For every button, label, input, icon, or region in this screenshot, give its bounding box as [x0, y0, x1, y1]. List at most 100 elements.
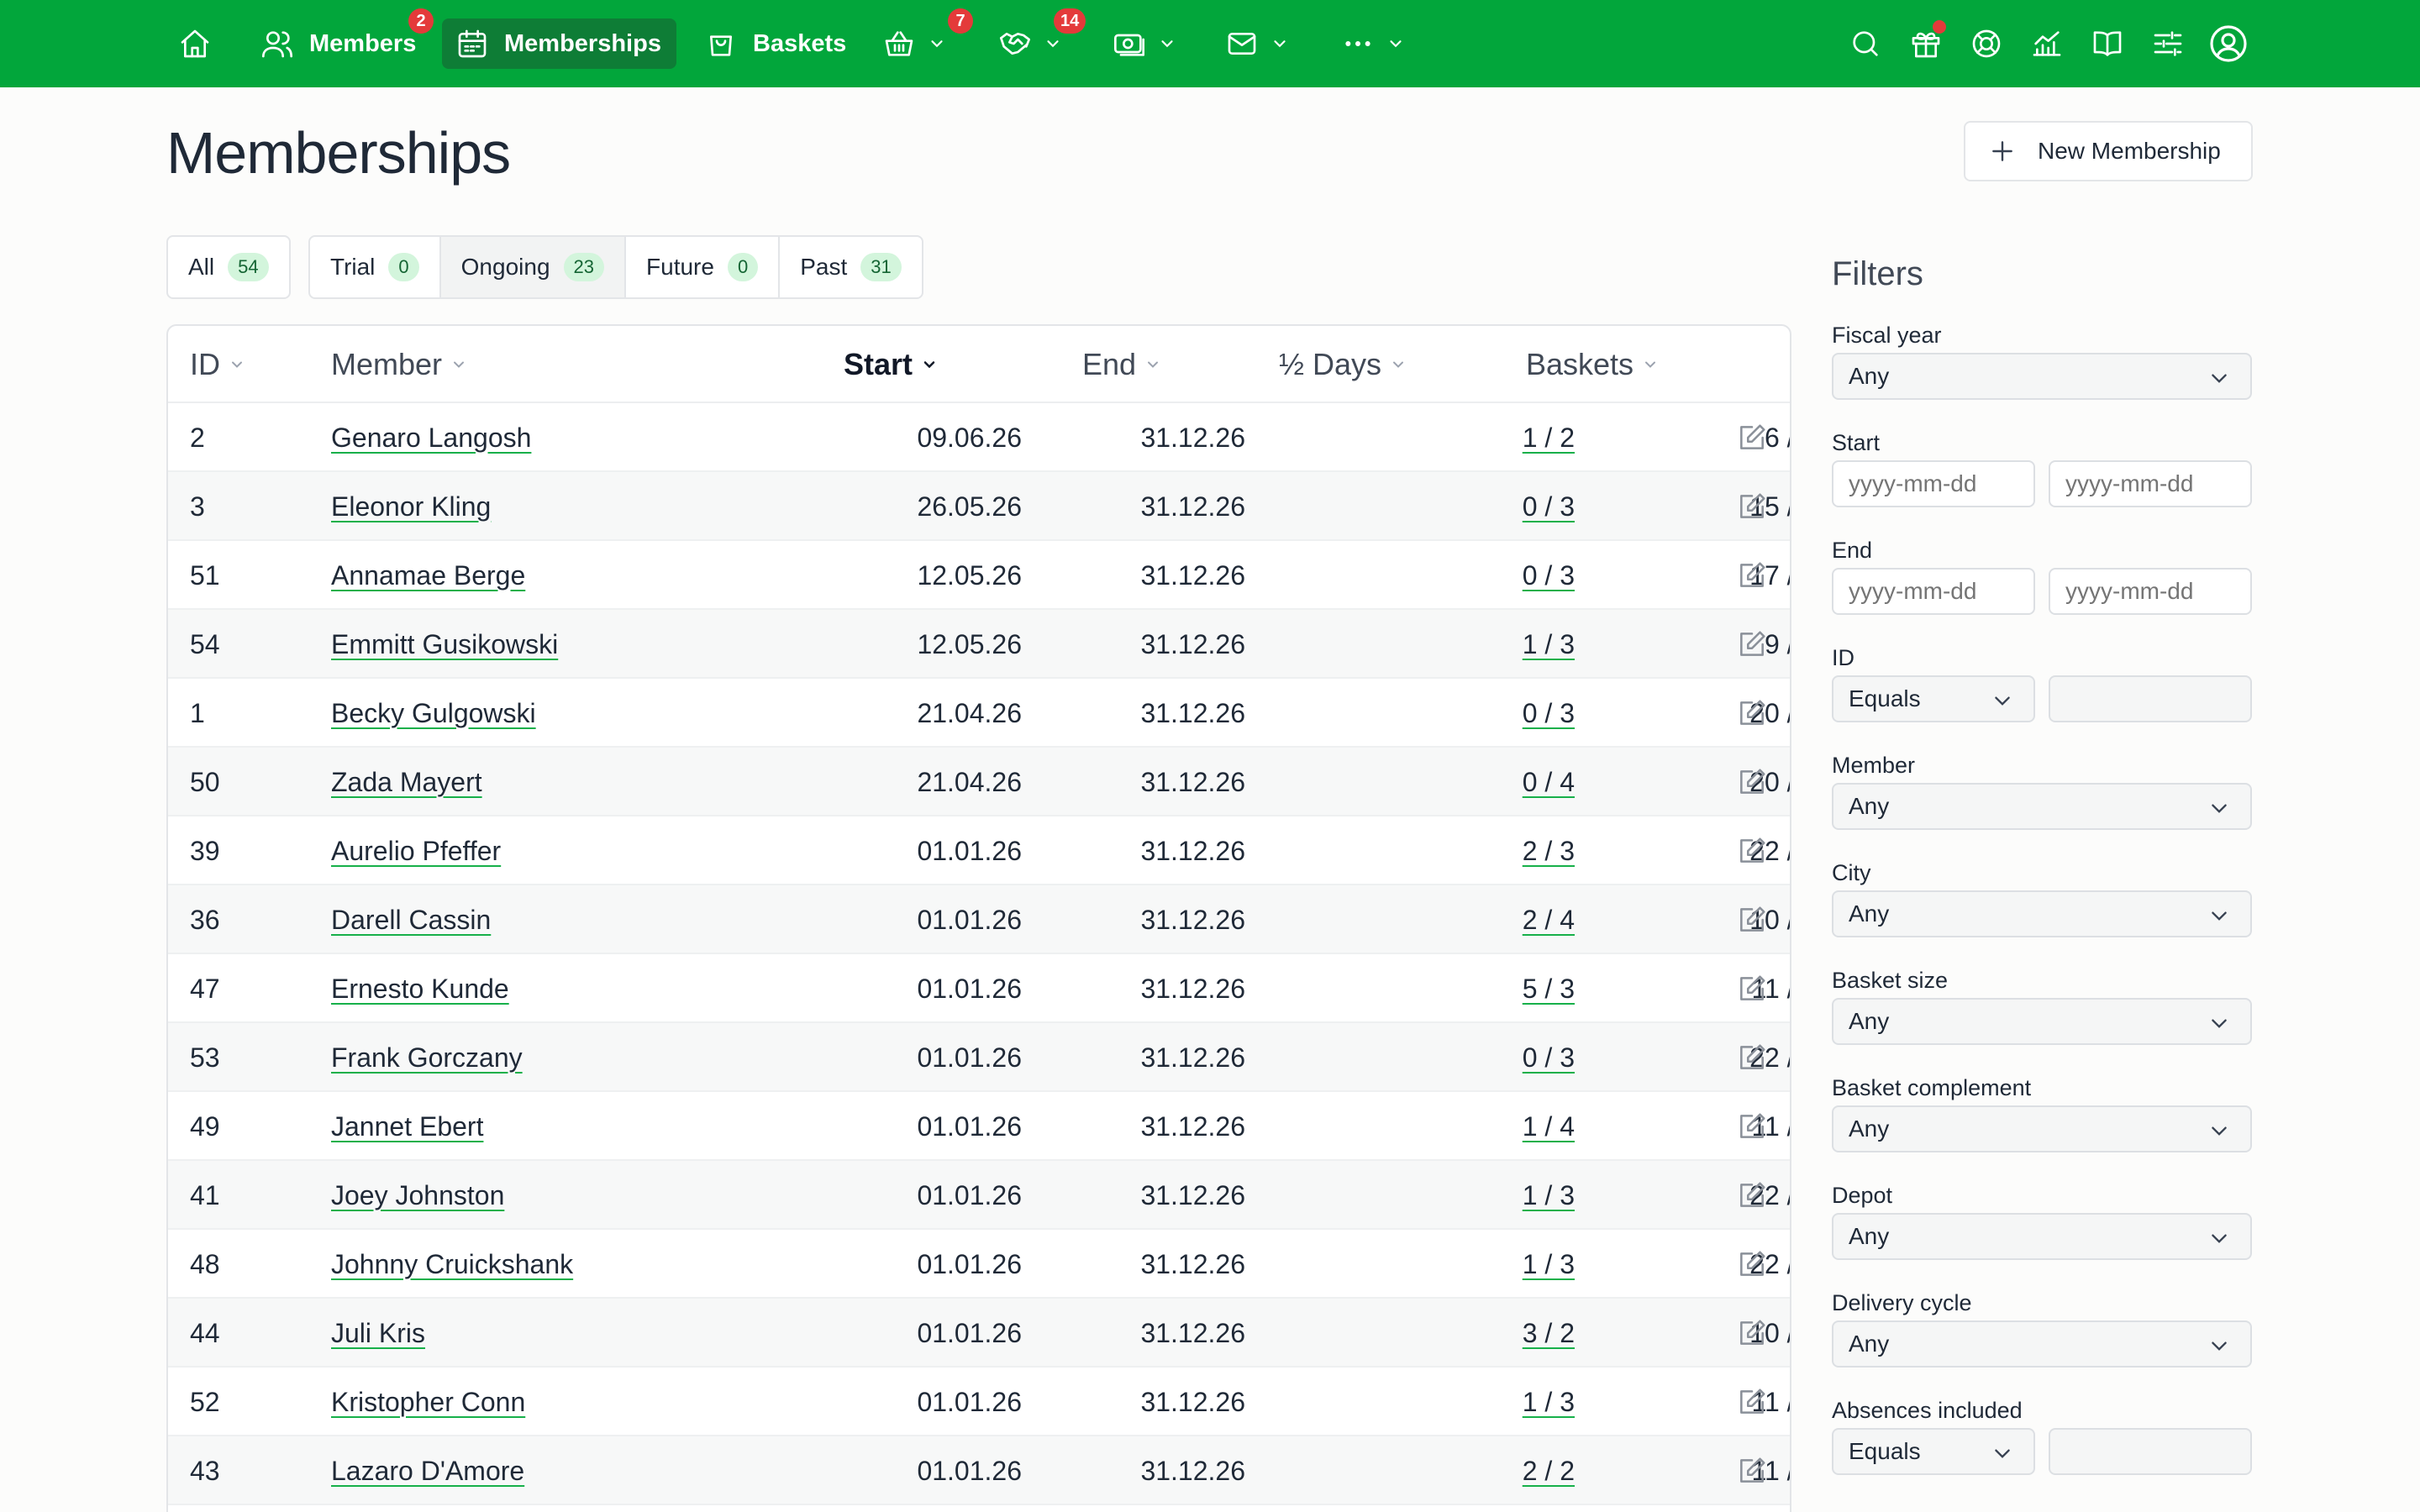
half-days-link[interactable]: 1 / 3: [1523, 1249, 1575, 1280]
half-days-link[interactable]: 0 / 3: [1523, 560, 1575, 591]
member-link[interactable]: Johnny Cruickshank: [331, 1249, 573, 1280]
nav-billing-menu[interactable]: [1111, 18, 1176, 69]
account-button[interactable]: [2208, 24, 2249, 64]
half-days-link[interactable]: 2 / 3: [1523, 836, 1575, 867]
half-days-link[interactable]: 3 / 2: [1523, 1318, 1575, 1349]
column-start-header[interactable]: Start: [844, 326, 938, 403]
member-link[interactable]: Emmitt Gusikowski: [331, 629, 558, 660]
column-half-days-header[interactable]: ½ Days: [1279, 326, 1407, 403]
edit-button[interactable]: [1736, 954, 1768, 1023]
member-link[interactable]: Ernesto Kunde: [331, 974, 509, 1005]
member-select[interactable]: Any: [1832, 783, 2252, 830]
edit-button[interactable]: [1736, 1299, 1768, 1368]
member-link[interactable]: Darell Cassin: [331, 905, 491, 936]
column-id-header[interactable]: ID: [190, 326, 245, 403]
half-days-link[interactable]: 5 / 3: [1523, 974, 1575, 1005]
docs-button[interactable]: [2087, 24, 2128, 64]
edit-button[interactable]: [1736, 885, 1768, 954]
edit-button[interactable]: [1736, 679, 1768, 748]
nav-activity-menu[interactable]: [997, 18, 1062, 69]
edit-button[interactable]: [1736, 541, 1768, 610]
member-link[interactable]: Annamae Berge: [331, 560, 525, 591]
absences-value-input[interactable]: [2049, 1428, 2252, 1475]
tab-ongoing[interactable]: Ongoing 23: [440, 237, 627, 297]
half-days-link[interactable]: 0 / 3: [1523, 1042, 1575, 1074]
cell-start: 01.01.26: [917, 1179, 1022, 1210]
edit-button[interactable]: [1736, 403, 1768, 472]
depot-select[interactable]: Any: [1832, 1213, 2252, 1260]
nav-mail-menu[interactable]: [1223, 18, 1289, 69]
basket-size-select[interactable]: Any: [1832, 998, 2252, 1045]
end-from-input[interactable]: [1832, 568, 2035, 615]
home-link[interactable]: [168, 18, 222, 69]
tab-future[interactable]: Future 0: [626, 237, 781, 297]
cell-start: 01.01.26: [917, 904, 1022, 935]
member-link[interactable]: Lazaro D'Amore: [331, 1456, 524, 1487]
half-days-link[interactable]: 1 / 2: [1523, 423, 1575, 454]
member-link[interactable]: Becky Gulgowski: [331, 698, 536, 729]
help-button[interactable]: [1966, 24, 2007, 64]
id-value-input[interactable]: [2049, 675, 2252, 722]
edit-button[interactable]: [1736, 472, 1768, 541]
column-baskets-header[interactable]: Baskets: [1526, 326, 1659, 403]
table-row: 41 Joey Johnston 01.01.26 31.12.26 1 / 3…: [168, 1161, 1790, 1230]
absences-operator-select[interactable]: Equals: [1832, 1428, 2035, 1475]
edit-button[interactable]: [1736, 1436, 1768, 1505]
half-days-link[interactable]: 0 / 3: [1523, 491, 1575, 522]
half-days-link[interactable]: 0 / 4: [1523, 767, 1575, 798]
delivery-cycle-select[interactable]: Any: [1832, 1320, 2252, 1368]
half-days-link[interactable]: 1 / 3: [1523, 1180, 1575, 1211]
member-link[interactable]: Joey Johnston: [331, 1180, 504, 1211]
member-link[interactable]: Frank Gorczany: [331, 1042, 523, 1074]
start-to-input[interactable]: [2049, 460, 2252, 507]
tab-all[interactable]: All 54: [168, 237, 289, 297]
edit-button[interactable]: [1736, 610, 1768, 679]
basket-complement-value: Any: [1849, 1116, 1890, 1142]
city-select[interactable]: Any: [1832, 890, 2252, 937]
member-link[interactable]: Eleonor Kling: [331, 491, 491, 522]
member-link[interactable]: Kristopher Conn: [331, 1387, 525, 1418]
half-days-link[interactable]: 2 / 2: [1523, 1456, 1575, 1487]
end-to-input[interactable]: [2049, 568, 2252, 615]
nav-memberships[interactable]: Memberships: [442, 18, 676, 69]
start-from-input[interactable]: [1832, 460, 2035, 507]
half-days-link[interactable]: 1 / 4: [1523, 1111, 1575, 1142]
member-link[interactable]: Aurelio Pfeffer: [331, 836, 501, 867]
stats-button[interactable]: [2027, 24, 2067, 64]
half-days-link[interactable]: 1 / 3: [1523, 1387, 1575, 1418]
nav-baskets[interactable]: Baskets: [694, 18, 855, 69]
settings-button[interactable]: [2148, 24, 2188, 64]
tab-all-count: 54: [228, 253, 269, 281]
tab-trial-label: Trial: [330, 254, 376, 280]
tab-past[interactable]: Past 31: [780, 237, 922, 297]
edit-button[interactable]: [1736, 1161, 1768, 1230]
column-member-header[interactable]: Member: [331, 326, 467, 403]
column-end-header[interactable]: End: [1082, 326, 1161, 403]
cell-id: 2: [190, 422, 205, 453]
nav-members[interactable]: Members: [250, 18, 424, 69]
cell-half-days: 0 / 3: [1328, 1023, 1575, 1092]
half-days-link[interactable]: 1 / 3: [1523, 629, 1575, 660]
id-operator-select[interactable]: Equals: [1832, 675, 2035, 722]
fiscal-year-select[interactable]: Any: [1832, 353, 2252, 400]
member-link[interactable]: Genaro Langosh: [331, 423, 531, 454]
new-membership-button[interactable]: New Membership: [1964, 121, 2253, 181]
edit-button[interactable]: [1736, 1230, 1768, 1299]
tab-trial[interactable]: Trial 0: [310, 237, 441, 297]
edit-button[interactable]: [1736, 748, 1768, 816]
nav-shop-menu[interactable]: [881, 18, 946, 69]
basket-complement-select[interactable]: Any: [1832, 1105, 2252, 1152]
half-days-link[interactable]: 2 / 4: [1523, 905, 1575, 936]
edit-button[interactable]: [1736, 1092, 1768, 1161]
cell-end: 31.12.26: [1140, 1455, 1245, 1486]
edit-button[interactable]: [1736, 816, 1768, 885]
member-link[interactable]: Juli Kris: [331, 1318, 425, 1349]
search-button[interactable]: [1845, 24, 1886, 64]
half-days-link[interactable]: 0 / 3: [1523, 698, 1575, 729]
member-link[interactable]: Zada Mayert: [331, 767, 482, 798]
edit-button[interactable]: [1736, 1368, 1768, 1436]
edit-button[interactable]: [1736, 1023, 1768, 1092]
member-link[interactable]: Jannet Ebert: [331, 1111, 483, 1142]
chevron-down-icon: [1274, 40, 1286, 48]
nav-more-menu[interactable]: [1339, 18, 1405, 69]
